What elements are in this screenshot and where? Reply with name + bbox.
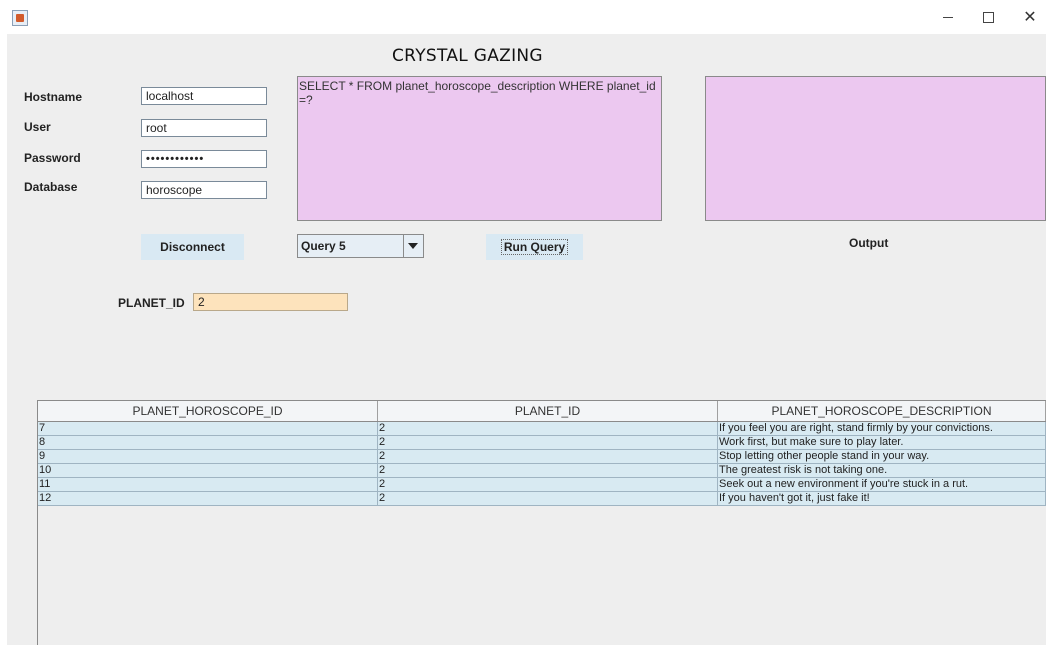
maximize-icon — [982, 11, 994, 23]
query-select-value: Query 5 — [301, 239, 346, 253]
close-icon: ✕ — [1023, 7, 1037, 26]
hostname-field[interactable]: localhost — [141, 87, 267, 105]
user-label: User — [24, 120, 51, 134]
table-row[interactable]: 7 2 If you feel you are right, stand fir… — [38, 422, 1046, 436]
table-cell: Seek out a new environment if you're stu… — [718, 478, 1046, 491]
table-cell: 8 — [38, 436, 378, 449]
planet-id-label: PLANET_ID — [118, 296, 185, 310]
table-cell: 2 — [378, 450, 718, 463]
query-select[interactable]: Query 5 — [297, 234, 424, 258]
user-field[interactable]: root — [141, 119, 267, 137]
table-cell: 7 — [38, 422, 378, 435]
table-cell: 2 — [378, 464, 718, 477]
table-row[interactable]: 12 2 If you haven't got it, just fake it… — [38, 492, 1046, 506]
planet-id-input[interactable]: 2 — [193, 293, 348, 311]
app-title: CRYSTAL GAZING — [392, 46, 543, 66]
table-cell: 12 — [38, 492, 378, 505]
java-cup-icon — [12, 10, 28, 26]
minimize-icon — [943, 16, 953, 18]
output-area[interactable] — [705, 76, 1046, 221]
table-cell: 2 — [378, 478, 718, 491]
table-cell: 11 — [38, 478, 378, 491]
table-cell: Work first, but make sure to play later. — [718, 436, 1046, 449]
column-header[interactable]: PLANET_ID — [378, 401, 718, 421]
table-row[interactable]: 10 2 The greatest risk is not taking one… — [38, 464, 1046, 478]
table-cell: 2 — [378, 492, 718, 505]
minimize-button[interactable] — [928, 4, 968, 30]
run-query-label: Run Query — [500, 239, 569, 255]
disconnect-button[interactable]: Disconnect — [141, 234, 244, 260]
database-label: Database — [24, 180, 78, 194]
table-cell: 2 — [378, 422, 718, 435]
table-row[interactable]: 8 2 Work first, but make sure to play la… — [38, 436, 1046, 450]
column-header[interactable]: PLANET_HOROSCOPE_DESCRIPTION — [718, 401, 1046, 421]
password-field[interactable]: •••••••••••• — [141, 150, 267, 168]
hostname-label: Hostname — [24, 90, 83, 104]
maximize-button[interactable] — [968, 4, 1008, 30]
main-panel: CRYSTAL GAZING Hostname User Password Da… — [7, 34, 1046, 645]
column-header[interactable]: PLANET_HOROSCOPE_ID — [38, 401, 378, 421]
sql-query-textarea[interactable]: SELECT * FROM planet_horoscope_descripti… — [297, 76, 662, 221]
table-row[interactable]: 11 2 Seek out a new environment if you'r… — [38, 478, 1046, 492]
run-query-button[interactable]: Run Query — [486, 234, 583, 260]
password-label: Password — [24, 151, 81, 165]
database-field[interactable]: horoscope — [141, 181, 267, 199]
table-cell: If you feel you are right, stand firmly … — [718, 422, 1046, 435]
table-cell: 9 — [38, 450, 378, 463]
table-cell: If you haven't got it, just fake it! — [718, 492, 1046, 505]
results-table: PLANET_HOROSCOPE_ID PLANET_ID PLANET_HOR… — [37, 400, 1046, 645]
table-header: PLANET_HOROSCOPE_ID PLANET_ID PLANET_HOR… — [38, 401, 1046, 422]
table-cell: 2 — [378, 436, 718, 449]
chevron-down-icon[interactable] — [403, 235, 423, 257]
window-titlebar: ✕ — [0, 0, 1046, 34]
table-cell: The greatest risk is not taking one. — [718, 464, 1046, 477]
table-row[interactable]: 9 2 Stop letting other people stand in y… — [38, 450, 1046, 464]
table-cell: 10 — [38, 464, 378, 477]
output-label: Output — [849, 236, 889, 250]
table-cell: Stop letting other people stand in your … — [718, 450, 1046, 463]
close-button[interactable]: ✕ — [1010, 4, 1046, 30]
